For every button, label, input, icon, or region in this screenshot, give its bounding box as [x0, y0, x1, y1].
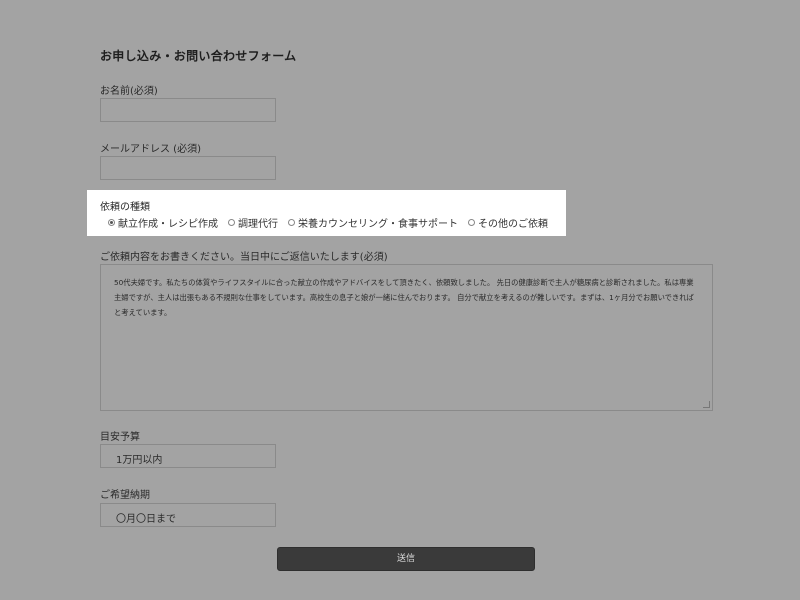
- deadline-field[interactable]: 〇月〇日まで: [100, 503, 276, 527]
- radio-button[interactable]: [288, 219, 295, 226]
- radio-button[interactable]: [108, 219, 115, 226]
- radio-option-label: 栄養カウンセリング・食事サポート: [298, 219, 458, 230]
- radio-option-other[interactable]: その他のご依頼: [468, 215, 548, 230]
- request-type-section: 依頼の種類 献立作成・レシピ作成 調理代行 栄養カウンセリング・食事サポート そ…: [87, 190, 566, 236]
- radio-option-label: 調理代行: [238, 219, 278, 230]
- radio-option-menu-recipe[interactable]: 献立作成・レシピ作成: [108, 215, 218, 230]
- request-type-radio-group: 献立作成・レシピ作成 調理代行 栄養カウンセリング・食事サポート その他のご依頼: [108, 215, 558, 230]
- message-label: ご依頼内容をお書きください。当日中にご返信いたします(必須): [100, 252, 388, 263]
- radio-button[interactable]: [468, 219, 475, 226]
- message-textarea[interactable]: 50代夫婦です。私たちの体質やライフスタイルに合った献立の作成やアドバイスをして…: [100, 264, 713, 411]
- contact-form-page: お申し込み・お問い合わせフォーム お名前(必須) メールアドレス (必須) 依頼…: [0, 0, 800, 600]
- resize-grip-icon[interactable]: [703, 401, 710, 408]
- budget-field[interactable]: 1万円以内: [100, 444, 276, 468]
- radio-option-cooking-service[interactable]: 調理代行: [228, 215, 278, 230]
- deadline-label: ご希望納期: [100, 490, 150, 501]
- email-field[interactable]: [100, 156, 276, 180]
- message-text: 50代夫婦です。私たちの体質やライフスタイルに合った献立の作成やアドバイスをして…: [114, 278, 694, 317]
- submit-button[interactable]: 送信: [277, 547, 535, 571]
- radio-option-nutrition-counseling[interactable]: 栄養カウンセリング・食事サポート: [288, 215, 458, 230]
- radio-button[interactable]: [228, 219, 235, 226]
- form-title: お申し込み・お問い合わせフォーム: [100, 49, 297, 63]
- radio-option-label: 献立作成・レシピ作成: [118, 219, 218, 230]
- name-label: お名前(必須): [100, 86, 158, 97]
- budget-label: 目安予算: [100, 432, 140, 443]
- name-field[interactable]: [100, 98, 276, 122]
- request-type-label: 依頼の種類: [100, 202, 150, 213]
- radio-option-label: その他のご依頼: [478, 219, 548, 230]
- email-label: メールアドレス (必須): [100, 144, 201, 155]
